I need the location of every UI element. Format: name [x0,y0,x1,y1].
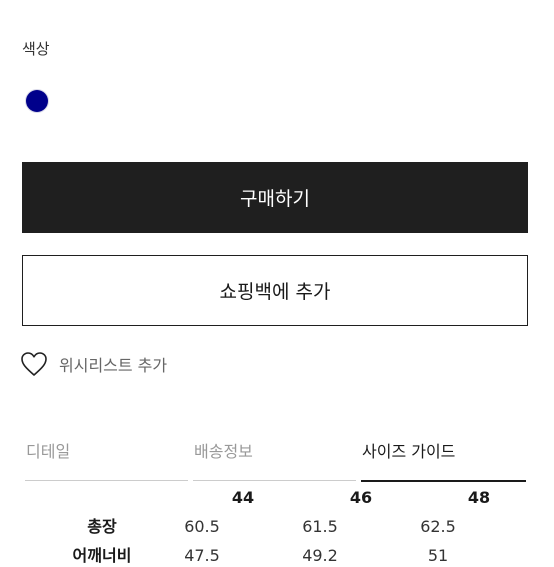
table-cell: 61.5 [302,517,338,536]
table-cell: 49.2 [302,546,338,565]
buy-button[interactable]: 구매하기 [22,162,528,233]
table-cell: 47.5 [184,546,220,565]
tab-detail-underline [25,480,188,481]
wishlist-add-link[interactable]: 위시리스트 추가 [20,350,167,378]
row-label-length: 총장 [87,517,117,536]
tab-size-guide-underline [361,480,526,482]
size-header-48: 48 [467,488,491,507]
size-header-44: 44 [231,488,255,507]
size-header-46: 46 [349,488,373,507]
tab-detail[interactable]: 디테일 [26,440,70,464]
tab-size-guide[interactable]: 사이즈 가이드 [362,440,455,464]
table-cell: 51 [427,546,449,565]
add-to-bag-button[interactable]: 쇼핑백에 추가 [22,255,528,326]
wishlist-label: 위시리스트 추가 [59,356,168,375]
table-cell: 60.5 [184,517,220,536]
tab-shipping-info[interactable]: 배송정보 [194,440,253,464]
tab-shipping-underline [193,480,356,481]
color-section-label: 색상 [22,40,50,58]
table-cell: 62.5 [420,517,456,536]
color-swatch[interactable] [26,90,48,112]
row-label-shoulder-width: 어깨너비 [72,546,132,565]
heart-outline-icon [21,352,47,376]
